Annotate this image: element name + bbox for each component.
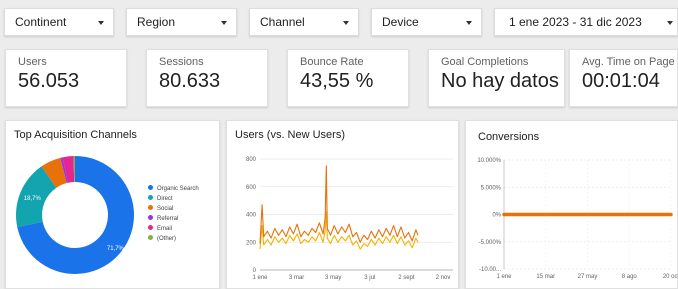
users-label: Users — [18, 56, 47, 68]
acquisition-channels-panel: Top Acquisition Channels 71,7% 18,7% Orga… — [5, 120, 220, 289]
y-tick-label: 800 — [246, 157, 257, 163]
chevron-down-icon — [667, 21, 673, 25]
legend-item-social: Social — [148, 205, 173, 213]
legend-label: (Other) — [157, 236, 177, 242]
conversions-panel: Conversions 10.000% 5.000% 0% -5.000% -10.00… — [465, 120, 678, 289]
users-line-chart: 0 200 400 600 800 1 ene 3 mar 3 may 3 jul 2 sept 2… — [246, 157, 453, 281]
legend-swatch — [148, 235, 153, 240]
bounce-rate-scorecard: Bounce Rate 43,55 % — [287, 49, 409, 107]
x-tick-label: 3 may — [325, 275, 341, 281]
x-tick-label: 15 mar — [536, 274, 555, 280]
continent-filter[interactable]: Continent — [4, 8, 114, 36]
channel-filter[interactable]: Channel — [249, 8, 359, 36]
legend-swatch — [148, 215, 153, 220]
y-tick-label: 200 — [246, 240, 257, 246]
legend-label: Direct — [157, 196, 173, 202]
goal-completions-value: No hay datos — [441, 70, 559, 92]
goal-completions-label: Goal Completions — [441, 56, 529, 68]
x-tick-label: 2 nov — [436, 275, 451, 281]
series-line-users — [259, 165, 419, 244]
avg-time-on-page-value: 00:01:04 — [582, 70, 660, 92]
legend-item-direct: Direct — [148, 195, 173, 203]
legend-item-other: (Other) — [148, 235, 176, 243]
legend-label: Referral — [157, 216, 179, 222]
y-tick-label: 10.000% — [477, 158, 501, 164]
goal-completions-scorecard: Goal Completions No hay datos — [428, 49, 565, 107]
chevron-down-icon — [466, 21, 472, 25]
pie-slice-label: 71,7% — [107, 246, 125, 252]
x-tick-label: 1 ene — [252, 275, 268, 281]
sessions-value: 80.633 — [159, 70, 221, 92]
chevron-down-icon — [221, 21, 227, 25]
x-tick-label: 27 may — [578, 274, 598, 280]
chevron-down-icon — [343, 21, 349, 25]
y-tick-label: 400 — [246, 213, 257, 219]
x-tick-label: 3 mar — [289, 275, 304, 281]
y-tick-label: 0% — [492, 213, 501, 219]
conversions-line-chart: 10.000% 5.000% 0% -5.000% -10.00...1 ene 15 m… — [477, 158, 678, 280]
device-filter-label: Device — [382, 15, 419, 29]
x-tick-label: 3 jul — [364, 275, 375, 281]
avg-time-on-page-label: Avg. Time on Page — [582, 56, 675, 68]
x-tick-label: 8 ago — [622, 274, 638, 280]
continent-filter-label: Continent — [15, 15, 67, 29]
legend-item-referral: Referral — [148, 215, 178, 223]
users-panel-title: Users (vs. New Users) — [235, 129, 346, 141]
y-tick-label: -10.00... — [479, 267, 501, 273]
x-tick-label: 2 sept — [398, 275, 415, 281]
users-scorecard: Users 56.053 — [5, 49, 127, 107]
acquisition-panel-title: Top Acquisition Channels — [14, 129, 137, 141]
legend-swatch — [148, 205, 153, 210]
x-tick-label: 20 oct — [663, 274, 678, 280]
region-filter[interactable]: Region — [126, 8, 237, 36]
legend-item-organic-search: Organic Search — [148, 185, 199, 193]
channel-filter-label: Channel — [260, 15, 305, 29]
sessions-label: Sessions — [159, 56, 204, 68]
region-filter-label: Region — [137, 15, 176, 29]
y-tick-label: 600 — [246, 185, 257, 191]
chevron-down-icon — [98, 21, 104, 25]
legend-label: Organic Search — [157, 186, 199, 192]
legend-swatch — [148, 185, 153, 190]
avg-time-on-page-scorecard: Avg. Time on Page 00:01:04 — [569, 49, 678, 107]
users-value: 56.053 — [18, 70, 80, 92]
sessions-scorecard: Sessions 80.633 — [146, 49, 268, 107]
legend-item-email: Email — [148, 225, 172, 233]
users-panel: Users (vs. New Users) 0 200 400 600 800 1 ene… — [226, 120, 459, 289]
date-range-picker[interactable]: 1 ene 2023 - 31 dic 2023 — [494, 8, 678, 36]
x-tick-label: 1 ene — [496, 274, 512, 280]
series-line-new-users — [259, 211, 419, 250]
y-tick-label: 0 — [253, 268, 257, 274]
legend-swatch — [148, 195, 153, 200]
device-filter[interactable]: Device — [371, 8, 482, 36]
pie-slice-label: 18,7% — [24, 196, 42, 202]
legend-swatch — [148, 225, 153, 230]
bounce-rate-value: 43,55 % — [300, 70, 374, 92]
bounce-rate-label: Bounce Rate — [300, 56, 364, 68]
legend-label: Social — [157, 206, 174, 212]
acquisition-donut-chart: 71,7% 18,7% — [15, 156, 134, 274]
y-tick-label: -5.000% — [479, 240, 502, 246]
legend-label: Email — [157, 226, 173, 232]
date-range-label: 1 ene 2023 - 31 dic 2023 — [509, 15, 642, 29]
y-tick-label: 5.000% — [481, 185, 502, 191]
